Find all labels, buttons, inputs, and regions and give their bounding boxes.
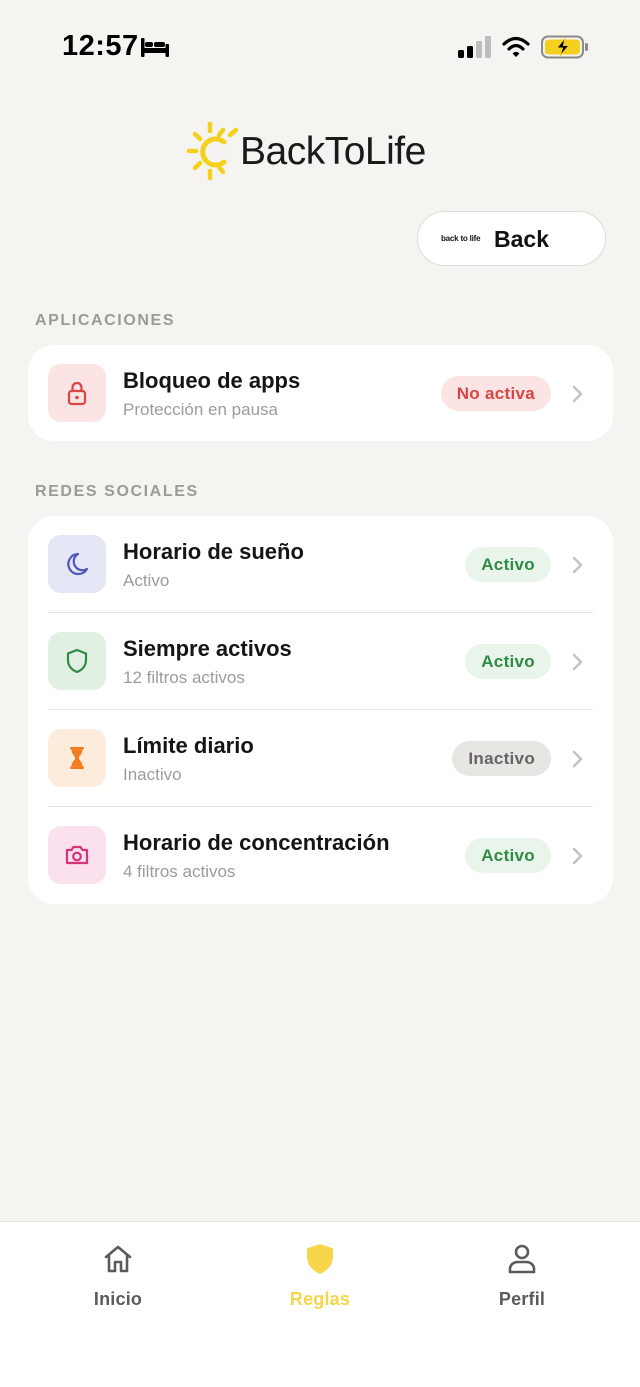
status-bar: 12:57: [0, 0, 640, 96]
sun-logo-icon: [186, 121, 239, 181]
tab-inicio[interactable]: Inicio: [48, 1242, 188, 1322]
back-to-life-chip[interactable]: back to life Back: [417, 211, 606, 266]
row-title: Horario de concentración: [123, 830, 390, 855]
row-title: Bloqueo de apps: [123, 368, 301, 393]
tab-reglas[interactable]: Reglas: [250, 1242, 390, 1322]
bed-icon: [141, 38, 169, 57]
rule-row-siempre-activos[interactable]: Siempre activos 12 filtros activos Activ…: [28, 613, 613, 710]
chevron-right-icon: [572, 847, 583, 865]
row-subtitle: 12 filtros activos: [123, 668, 245, 687]
tab-label: Reglas: [289, 1289, 351, 1309]
wifi-icon: [502, 36, 530, 57]
row-subtitle: Protección en pausa: [123, 400, 278, 419]
bottom-tab-bar: Inicio Reglas Perfil: [0, 1221, 640, 1387]
rule-row-horario-de-sueno[interactable]: Horario de sueño Activo Activo: [28, 516, 613, 613]
rules-screen: 12:57 BackToLife back to life Back APLIC…: [0, 0, 640, 1387]
chevron-right-icon: [572, 653, 583, 671]
status-badge: Inactivo: [452, 741, 551, 776]
battery-charging-icon: [541, 35, 588, 59]
camera-icon-tile: [48, 826, 106, 884]
lock-icon: [67, 381, 87, 406]
apps-card: Bloqueo de apps Protección en pausa No a…: [28, 345, 613, 441]
row-subtitle: Activo: [123, 571, 170, 590]
back-chip-label: Back: [494, 226, 549, 252]
home-icon: [104, 1245, 132, 1273]
row-title: Siempre activos: [123, 636, 292, 661]
section-title-aplicaciones: APLICACIONES: [35, 312, 176, 329]
chevron-right-icon: [572, 750, 583, 768]
moon-icon: [67, 552, 89, 576]
tab-label: Inicio: [93, 1289, 143, 1309]
status-badge: Activo: [465, 838, 551, 873]
shield-icon-tile: [48, 632, 106, 690]
chevron-right-icon: [572, 556, 583, 574]
moon-icon-tile: [48, 535, 106, 593]
chevron-right-icon: [572, 385, 583, 403]
hourglass-icon-tile: [48, 729, 106, 787]
person-icon: [508, 1244, 536, 1274]
hourglass-icon: [70, 747, 84, 769]
tab-perfil[interactable]: Perfil: [452, 1242, 592, 1322]
lock-icon-tile: [48, 364, 106, 422]
back-chip-mini-logo: back to life: [441, 234, 481, 243]
rule-row-horario-de-concentracion[interactable]: Horario de concentración 4 filtros activ…: [28, 807, 613, 904]
signal-icon: [458, 36, 491, 58]
app-logo: BackToLife: [186, 120, 446, 182]
status-badge: Activo: [465, 547, 551, 582]
shield-icon: [66, 648, 88, 674]
rule-row-limite-diario[interactable]: Límite diario Inactivo Inactivo: [28, 710, 613, 807]
status-badge: Activo: [465, 644, 551, 679]
shield-icon: [307, 1244, 333, 1274]
camera-icon: [65, 845, 89, 865]
rule-row-bloqueo-de-apps[interactable]: Bloqueo de apps Protección en pausa No a…: [28, 345, 613, 442]
row-subtitle: Inactivo: [123, 765, 182, 784]
tab-label: Perfil: [498, 1289, 546, 1309]
social-card: Horario de sueño Activo Activo Siempre a…: [28, 516, 613, 904]
row-title: Horario de sueño: [123, 539, 304, 564]
logo-text: BackToLife: [240, 130, 426, 173]
status-time: 12:57: [62, 30, 139, 62]
row-subtitle: 4 filtros activos: [123, 862, 236, 881]
row-title: Límite diario: [123, 733, 254, 758]
section-title-redes-sociales: REDES SOCIALES: [35, 483, 199, 500]
status-badge: No activa: [440, 376, 551, 411]
